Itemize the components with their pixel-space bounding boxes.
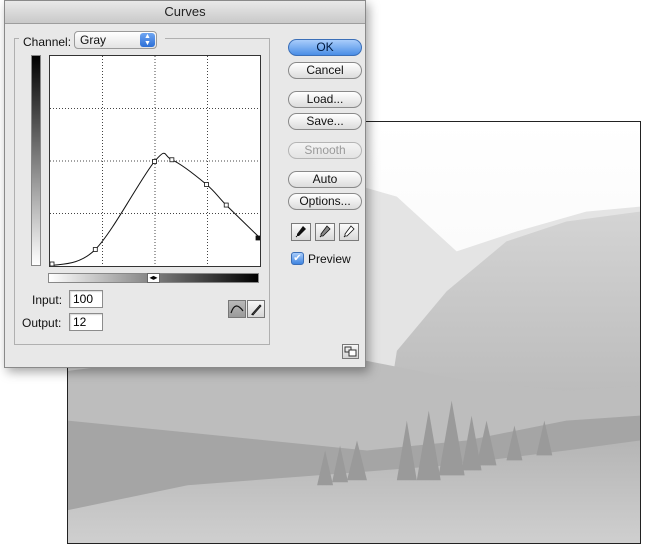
curve-control-point[interactable]: [204, 182, 209, 187]
curve-control-point[interactable]: [50, 261, 55, 266]
load-button[interactable]: Load...: [288, 91, 362, 108]
curve-control-point[interactable]: [152, 159, 157, 164]
input-field[interactable]: 100: [69, 290, 103, 308]
cancel-button[interactable]: Cancel: [288, 62, 362, 79]
expand-view-icon: [344, 346, 357, 357]
gray-eyedropper-button[interactable]: [315, 223, 335, 241]
output-field[interactable]: 12: [69, 313, 103, 331]
preview-checkbox[interactable]: ✔: [291, 252, 304, 265]
channel-select[interactable]: Gray ▲ ▼: [74, 31, 157, 49]
up-down-arrows-icon: ▲ ▼: [140, 33, 155, 47]
checkmark-icon: ✔: [293, 253, 302, 264]
channel-select-value: Gray: [80, 33, 107, 47]
pencil-tool-icon: [251, 304, 262, 316]
black-eyedropper-icon: [295, 226, 306, 238]
black-eyedropper-button[interactable]: [291, 223, 311, 241]
output-label: Output:: [22, 316, 62, 330]
curve-point-tool-button[interactable]: [228, 300, 246, 318]
preview-label: Preview: [308, 252, 351, 266]
white-eyedropper-button[interactable]: [339, 223, 359, 241]
smooth-button[interactable]: Smooth: [288, 142, 362, 159]
gray-eyedropper-icon: [319, 225, 331, 238]
gradient-toggle-icon[interactable]: ◂▸: [147, 273, 160, 283]
curve-point-tool-icon: [230, 305, 244, 314]
expand-view-button[interactable]: [342, 344, 359, 359]
dialog-title: Curves: [5, 1, 365, 24]
curve-control-point[interactable]: [169, 157, 175, 163]
output-gradient-bar: [31, 55, 41, 266]
input-label: Input:: [32, 293, 63, 307]
auto-button[interactable]: Auto: [288, 171, 362, 188]
curve-control-point[interactable]: [255, 235, 260, 241]
channel-label: Channel:: [23, 35, 72, 49]
curve-graph[interactable]: [49, 55, 261, 267]
ok-button[interactable]: OK: [288, 39, 362, 56]
curve-control-point[interactable]: [223, 202, 229, 208]
curves-dialog: Curves Channel: Gray ▲ ▼ ◂▸ Input: 100 Ou…: [4, 0, 366, 368]
pencil-tool-button[interactable]: [247, 300, 265, 318]
save-button[interactable]: Save...: [288, 113, 362, 130]
white-eyedropper-icon: [343, 225, 355, 238]
options-button[interactable]: Options...: [288, 193, 362, 210]
curve-control-point[interactable]: [92, 247, 98, 252]
